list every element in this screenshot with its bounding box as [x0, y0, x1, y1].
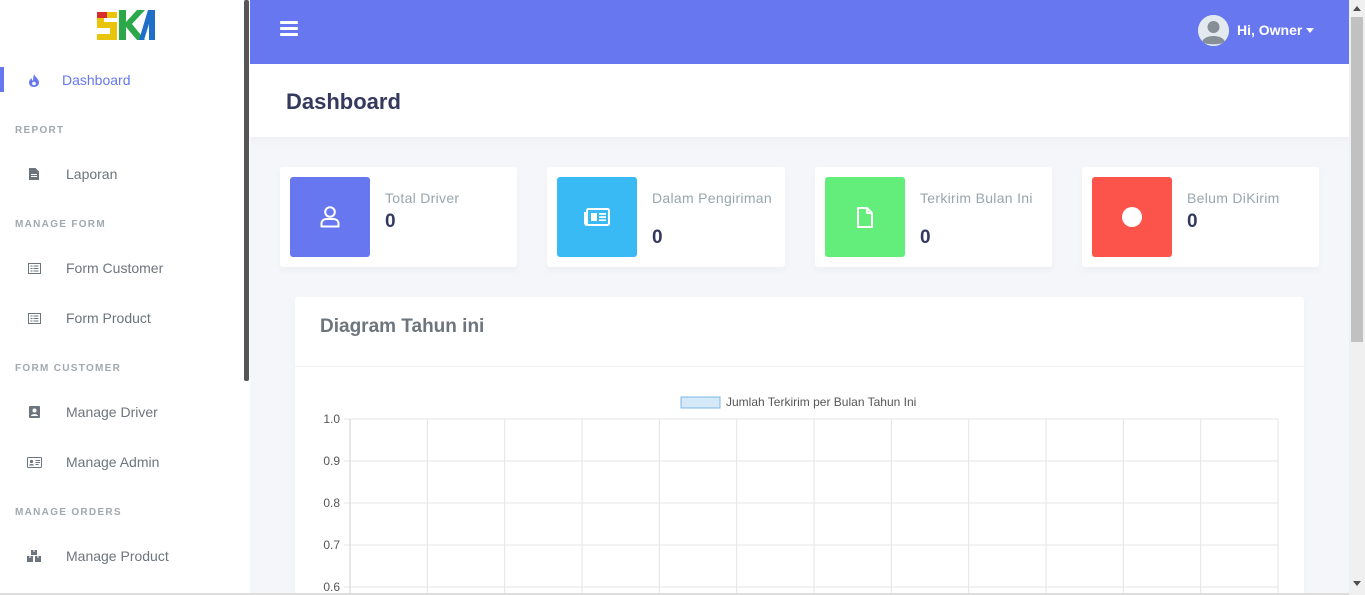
stat-title: Terkirim Bulan Ini — [920, 190, 1033, 206]
file-icon — [26, 166, 42, 182]
brand-logo[interactable] — [95, 6, 157, 44]
stat-card-dalam-pengiriman: Dalam Pengiriman 0 — [547, 167, 785, 267]
sidebar-item-laporan[interactable]: Laporan — [0, 154, 244, 194]
chart-card: Diagram Tahun ini 1.0 0.9 0.8 0.7 0.6 Jumlah… — [295, 297, 1304, 595]
menu-header-manage-form: MANAGE FORM — [15, 219, 106, 230]
chart-grid — [344, 418, 1279, 595]
list-alt-icon — [26, 310, 42, 326]
stat-title: Total Driver — [385, 190, 460, 206]
sidebar-item-label: Manage Admin — [66, 454, 160, 470]
y-tick-label: 0.9 — [323, 454, 340, 468]
boxes-icon — [26, 548, 42, 564]
circle-icon — [1092, 177, 1172, 257]
stat-title: Belum DiKirim — [1187, 190, 1280, 206]
caret-down-icon — [1306, 27, 1315, 33]
sidebar-item-label: Form Customer — [66, 260, 164, 276]
chart-y-axis: 1.0 0.9 0.8 0.7 0.6 — [323, 412, 340, 594]
menu-header-form-customer: FORM CUSTOMER — [15, 363, 122, 374]
bar-chart: 1.0 0.9 0.8 0.7 0.6 Jumlah Terkirim per Bula… — [323, 395, 1279, 595]
stat-value: 0 — [920, 227, 931, 248]
menu-header-report: REPORT — [15, 125, 65, 136]
stat-title: Dalam Pengiriman — [652, 190, 772, 206]
user-greeting: Hi, Owner — [1237, 22, 1303, 38]
menu-header-manage-orders: MANAGE ORDERS — [15, 507, 122, 518]
user-avatar-icon — [1198, 14, 1229, 46]
page-scrollbar[interactable] — [1349, 0, 1365, 595]
y-tick-label: 0.6 — [323, 580, 340, 594]
sidebar-item-form-product[interactable]: Form Product — [0, 298, 244, 338]
sidebar-item-manage-product[interactable]: Manage Product — [0, 536, 244, 576]
sidebar-item-label: Manage Product — [66, 548, 169, 564]
y-tick-label: 0.8 — [323, 496, 340, 510]
stat-value: 0 — [652, 227, 663, 248]
y-tick-label: 1.0 — [323, 412, 340, 426]
scroll-up-arrow-icon[interactable] — [1353, 6, 1361, 11]
sidebar-item-label: Dashboard — [62, 72, 131, 88]
sidebar-item-label: Laporan — [66, 166, 118, 182]
stat-value: 0 — [1187, 211, 1198, 232]
sidebar-item-manage-admin[interactable]: Manage Admin — [0, 442, 244, 482]
file-icon — [825, 177, 905, 257]
sidebar: Dashboard REPORT Laporan MANAGE FORM For… — [0, 0, 250, 595]
sidebar-item-form-customer[interactable]: Form Customer — [0, 248, 244, 288]
address-book-icon — [26, 404, 42, 420]
sidebar-item-label: Form Product — [66, 310, 151, 326]
chart-legend: Jumlah Terkirim per Bulan Tahun Ini — [680, 395, 916, 409]
stat-card-total-driver: Total Driver 0 — [280, 167, 517, 267]
stat-card-belum-dikirim: Belum DiKirim 0 — [1082, 167, 1319, 267]
stat-value: 0 — [385, 211, 396, 232]
scrollbar-thumb[interactable] — [1351, 17, 1363, 342]
scroll-down-arrow-icon[interactable] — [1353, 581, 1361, 586]
legend-swatch[interactable] — [680, 396, 721, 409]
top-navbar: Hi, Owner — [250, 0, 1349, 64]
y-tick-label: 0.7 — [323, 538, 340, 552]
user-dropdown[interactable]: Hi, Owner — [1198, 14, 1315, 46]
id-card-icon — [26, 454, 42, 470]
newspaper-icon — [557, 177, 637, 257]
section-header: Dashboard — [250, 64, 1349, 137]
list-alt-icon — [26, 260, 42, 276]
sidebar-item-dashboard[interactable]: Dashboard — [0, 60, 244, 100]
stat-card-terkirim-bulan-ini: Terkirim Bulan Ini 0 — [815, 167, 1052, 267]
sidebar-scrollbar[interactable] — [244, 0, 249, 381]
fire-icon — [26, 72, 42, 88]
bars-icon[interactable] — [280, 21, 298, 37]
sidebar-item-label: Manage Driver — [66, 404, 158, 420]
sidebar-item-manage-driver[interactable]: Manage Driver — [0, 392, 244, 432]
page-title: Dashboard — [286, 89, 401, 114]
user-icon — [290, 177, 370, 257]
legend-label: Jumlah Terkirim per Bulan Tahun Ini — [726, 395, 916, 409]
